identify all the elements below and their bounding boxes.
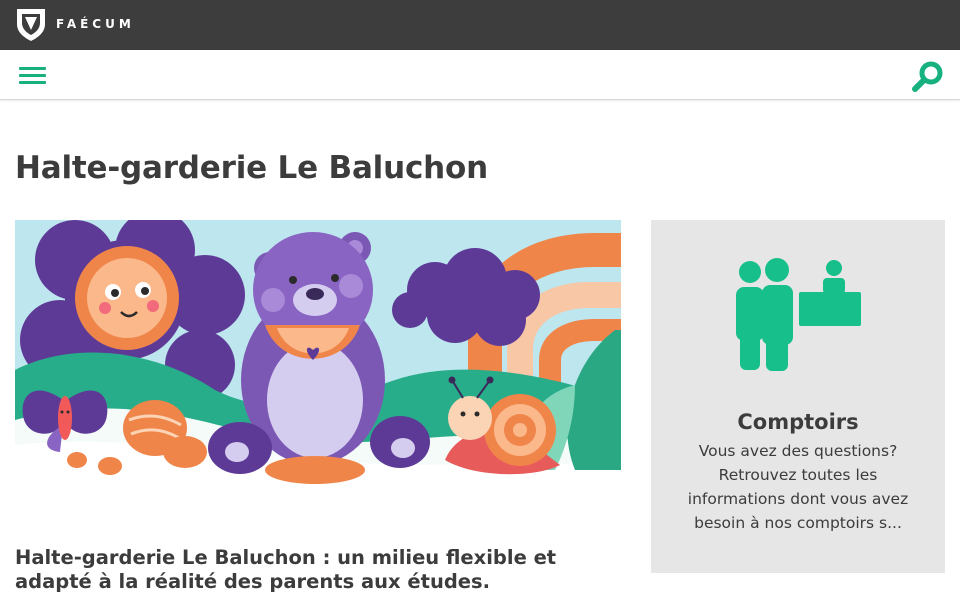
hero-illustration — [15, 220, 621, 485]
page-title: Halte-garderie Le Baluchon — [15, 150, 488, 186]
card-title: Comptoirs — [737, 410, 859, 434]
people-at-counter-icon — [736, 258, 861, 371]
hamburger-menu-icon[interactable] — [19, 67, 46, 85]
top-bar: FAÉCUM — [0, 0, 960, 50]
brand-name: FAÉCUM — [56, 17, 135, 31]
nav-bar — [0, 50, 960, 100]
search-icon[interactable] — [910, 59, 946, 95]
sun-face-shape — [75, 246, 179, 350]
article-subtitle: Halte-garderie Le Baluchon : un milieu f… — [15, 546, 557, 593]
faecum-shield-logo-icon — [17, 9, 45, 41]
card-description: Vous avez des questions? Retrouvez toute… — [687, 442, 909, 532]
comptoirs-card[interactable]: Comptoirs Vous avez des questions? Retro… — [651, 220, 945, 573]
faecum-logo-link[interactable]: FAÉCUM — [14, 6, 135, 42]
